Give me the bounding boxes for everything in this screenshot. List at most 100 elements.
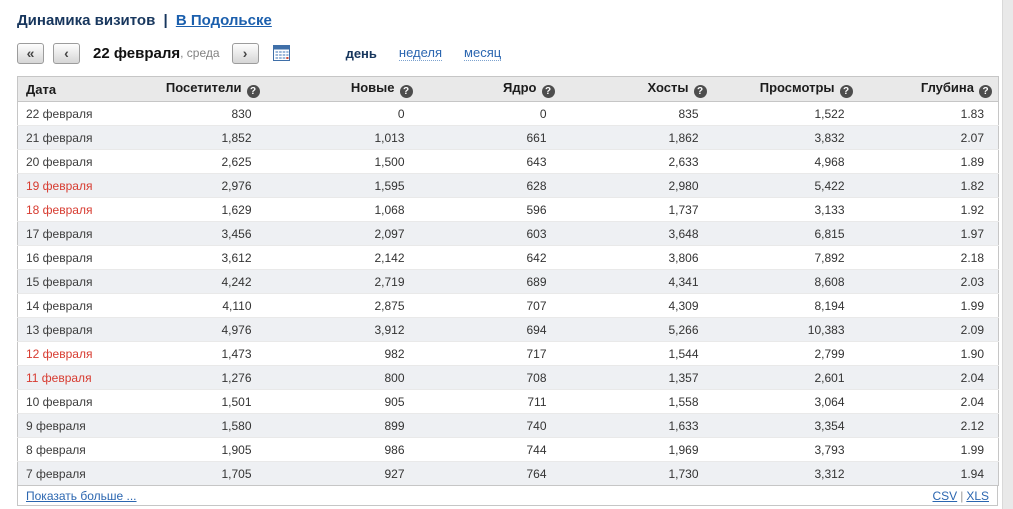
value-cell: 2,633 xyxy=(561,150,713,174)
value-cell: 2,719 xyxy=(266,270,419,294)
value-cell: 1,580 xyxy=(163,414,266,438)
value-cell: 1.82 xyxy=(859,174,999,198)
value-cell: 4,976 xyxy=(163,318,266,342)
date-cell: 15 февраля xyxy=(18,270,163,294)
chevron-left-icon: ‹ xyxy=(64,45,69,61)
region-link[interactable]: В Подольске xyxy=(176,12,272,29)
value-cell: 2,980 xyxy=(561,174,713,198)
value-cell: 3,456 xyxy=(163,222,266,246)
value-cell: 1,629 xyxy=(163,198,266,222)
value-cell: 800 xyxy=(266,366,419,390)
value-cell: 8,194 xyxy=(713,294,859,318)
export-separator: | xyxy=(957,489,966,503)
value-cell: 4,242 xyxy=(163,270,266,294)
value-cell: 2.18 xyxy=(859,246,999,270)
date-cell: 8 февраля xyxy=(18,438,163,462)
date-cell: 14 февраля xyxy=(18,294,163,318)
value-cell: 4,309 xyxy=(561,294,713,318)
value-cell: 1.97 xyxy=(859,222,999,246)
help-icon[interactable]: ? xyxy=(542,85,555,98)
help-icon[interactable]: ? xyxy=(247,85,260,98)
column-label: Ядро xyxy=(503,80,536,95)
value-cell: 694 xyxy=(419,318,561,342)
value-cell: 1,737 xyxy=(561,198,713,222)
value-cell: 1.99 xyxy=(859,438,999,462)
column-header-pageviews: Просмотры? xyxy=(713,77,859,102)
page-title: Динамика визитов xyxy=(17,12,155,29)
table-row: 10 февраля1,5019057111,5583,0642.04 xyxy=(18,390,999,414)
value-cell: 3,354 xyxy=(713,414,859,438)
value-cell: 1,013 xyxy=(266,126,419,150)
table-row: 16 февраля3,6122,1426423,8067,8922.18 xyxy=(18,246,999,270)
visits-table: ДатаПосетители?Новые?Ядро?Хосты?Просмотр… xyxy=(17,76,999,486)
column-label: Посетители xyxy=(166,80,242,95)
value-cell: 2.07 xyxy=(859,126,999,150)
current-date: 22 февраля xyxy=(93,45,180,62)
table-row: 11 февраля1,2768007081,3572,6012.04 xyxy=(18,366,999,390)
table-row: 13 февраля4,9763,9126945,26610,3832.09 xyxy=(18,318,999,342)
table-row: 22 февраля830008351,5221.83 xyxy=(18,102,999,126)
value-cell: 1,862 xyxy=(561,126,713,150)
value-cell: 744 xyxy=(419,438,561,462)
value-cell: 1.90 xyxy=(859,342,999,366)
value-cell: 1,357 xyxy=(561,366,713,390)
csv-link[interactable]: CSV xyxy=(933,489,958,503)
value-cell: 3,793 xyxy=(713,438,859,462)
view-switcher: день неделя месяц xyxy=(346,45,502,61)
help-icon[interactable]: ? xyxy=(979,85,992,98)
value-cell: 1,730 xyxy=(561,462,713,486)
show-more-link[interactable]: Показать больше ... xyxy=(26,489,137,503)
column-label: Просмотры xyxy=(760,80,835,95)
table-row: 9 февраля1,5808997401,6333,3542.12 xyxy=(18,414,999,438)
current-weekday: , среда xyxy=(180,46,219,60)
value-cell: 3,064 xyxy=(713,390,859,414)
value-cell: 0 xyxy=(266,102,419,126)
prev-fast-button[interactable]: « xyxy=(17,43,44,64)
value-cell: 4,341 xyxy=(561,270,713,294)
calendar-button[interactable] xyxy=(273,45,290,61)
value-cell: 1,473 xyxy=(163,342,266,366)
value-cell: 1,522 xyxy=(713,102,859,126)
date-cell: 18 февраля xyxy=(18,198,163,222)
value-cell: 3,648 xyxy=(561,222,713,246)
table-row: 21 февраля1,8521,0136611,8623,8322.07 xyxy=(18,126,999,150)
value-cell: 3,832 xyxy=(713,126,859,150)
table-row: 7 февраля1,7059277641,7303,3121.94 xyxy=(18,462,999,486)
chevron-right-icon: › xyxy=(243,45,248,61)
value-cell: 2.12 xyxy=(859,414,999,438)
value-cell: 2,976 xyxy=(163,174,266,198)
value-cell: 1,705 xyxy=(163,462,266,486)
tab-month[interactable]: месяц xyxy=(464,45,501,61)
value-cell: 642 xyxy=(419,246,561,270)
value-cell: 4,968 xyxy=(713,150,859,174)
value-cell: 1,969 xyxy=(561,438,713,462)
value-cell: 0 xyxy=(419,102,561,126)
column-header-date: Дата xyxy=(18,77,163,102)
vertical-scrollbar[interactable] xyxy=(1002,0,1013,509)
value-cell: 717 xyxy=(419,342,561,366)
tab-week[interactable]: неделя xyxy=(399,45,442,61)
column-header-depth: Глубина? xyxy=(859,77,999,102)
value-cell: 3,133 xyxy=(713,198,859,222)
table-row: 17 февраля3,4562,0976033,6486,8151.97 xyxy=(18,222,999,246)
tab-day[interactable]: день xyxy=(346,46,377,61)
value-cell: 1,276 xyxy=(163,366,266,390)
xls-link[interactable]: XLS xyxy=(966,489,989,503)
value-cell: 905 xyxy=(266,390,419,414)
value-cell: 2,875 xyxy=(266,294,419,318)
value-cell: 1,852 xyxy=(163,126,266,150)
value-cell: 1,905 xyxy=(163,438,266,462)
help-icon[interactable]: ? xyxy=(694,85,707,98)
value-cell: 689 xyxy=(419,270,561,294)
help-icon[interactable]: ? xyxy=(400,85,413,98)
prev-day-button[interactable]: ‹ xyxy=(53,43,80,64)
date-cell: 19 февраля xyxy=(18,174,163,198)
value-cell: 835 xyxy=(561,102,713,126)
next-day-button[interactable]: › xyxy=(232,43,259,64)
value-cell: 1.92 xyxy=(859,198,999,222)
value-cell: 3,612 xyxy=(163,246,266,270)
value-cell: 764 xyxy=(419,462,561,486)
value-cell: 5,422 xyxy=(713,174,859,198)
help-icon[interactable]: ? xyxy=(840,85,853,98)
value-cell: 1,500 xyxy=(266,150,419,174)
